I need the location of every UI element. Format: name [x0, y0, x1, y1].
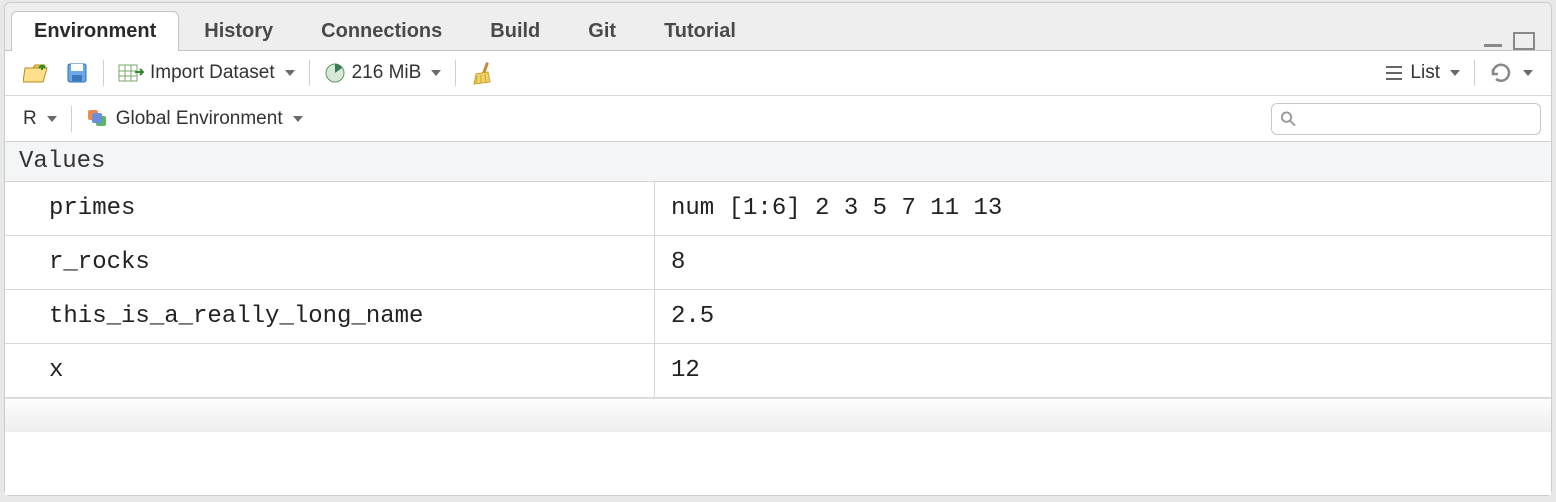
- search-group: [1271, 103, 1541, 135]
- folder-open-icon: [23, 62, 49, 84]
- tab-history[interactable]: History: [181, 11, 296, 51]
- table-row[interactable]: r_rocks 8: [5, 236, 1551, 290]
- environment-scope-label: Global Environment: [116, 108, 283, 130]
- import-dataset-button[interactable]: Import Dataset: [110, 58, 303, 88]
- environment-scope-icon: [86, 108, 110, 130]
- environment-panel: Environment History Connections Build Gi…: [4, 2, 1552, 496]
- separator: [455, 60, 456, 86]
- toolbar-secondary: R Global Environment: [5, 96, 1551, 142]
- chevron-down-icon: [285, 70, 295, 76]
- tab-bar: Environment History Connections Build Gi…: [5, 3, 1551, 51]
- list-icon: [1384, 64, 1404, 82]
- broom-icon: [470, 60, 496, 86]
- variable-value: 2.5: [655, 303, 1551, 330]
- maximize-icon[interactable]: [1511, 31, 1537, 51]
- variable-value: 12: [655, 357, 1551, 384]
- section-header-values: Values: [5, 142, 1551, 182]
- values-grid: primes num [1:6] 2 3 5 7 11 13 r_rocks 8…: [5, 182, 1551, 495]
- refresh-icon: [1489, 61, 1513, 85]
- separator: [71, 106, 72, 132]
- variable-value: num [1:6] 2 3 5 7 11 13: [655, 195, 1551, 222]
- minimize-icon[interactable]: [1481, 31, 1507, 51]
- view-mode-button[interactable]: List: [1376, 58, 1468, 88]
- refresh-button[interactable]: [1481, 57, 1541, 89]
- environment-search[interactable]: [1271, 103, 1541, 135]
- table-row[interactable]: primes num [1:6] 2 3 5 7 11 13: [5, 182, 1551, 236]
- separator: [103, 60, 104, 86]
- toolbar-primary: Import Dataset 216 MiB: [5, 50, 1551, 96]
- environment-scope-selector[interactable]: Global Environment: [78, 104, 311, 134]
- variable-name: x: [5, 344, 655, 397]
- toolbar-right-group: List: [1376, 57, 1541, 89]
- separator: [309, 60, 310, 86]
- import-grid-icon: [118, 62, 144, 84]
- view-mode-label: List: [1410, 62, 1440, 84]
- search-input[interactable]: [1297, 108, 1532, 129]
- open-button[interactable]: [15, 58, 57, 88]
- chevron-down-icon: [1450, 70, 1460, 76]
- tab-tutorial[interactable]: Tutorial: [641, 11, 759, 51]
- language-selector[interactable]: R: [15, 104, 65, 134]
- grid-footer: [5, 398, 1551, 432]
- window-controls: [1481, 31, 1545, 51]
- chevron-down-icon: [1523, 70, 1533, 76]
- save-icon: [65, 61, 89, 85]
- memory-usage-button[interactable]: 216 MiB: [316, 58, 450, 88]
- tab-environment[interactable]: Environment: [11, 11, 179, 51]
- pie-chart-icon: [324, 62, 346, 84]
- chevron-down-icon: [431, 70, 441, 76]
- tab-connections[interactable]: Connections: [298, 11, 465, 51]
- table-row[interactable]: x 12: [5, 344, 1551, 398]
- chevron-down-icon: [293, 116, 303, 122]
- clear-environment-button[interactable]: [462, 56, 504, 90]
- variable-value: 8: [655, 249, 1551, 276]
- import-dataset-label: Import Dataset: [150, 62, 275, 84]
- save-button[interactable]: [57, 57, 97, 89]
- chevron-down-icon: [47, 116, 57, 122]
- variable-name: r_rocks: [5, 236, 655, 289]
- separator: [1474, 60, 1475, 86]
- search-icon: [1280, 110, 1297, 128]
- tab-git[interactable]: Git: [565, 11, 639, 51]
- language-label: R: [23, 108, 37, 130]
- tab-build[interactable]: Build: [467, 11, 563, 51]
- variable-name: primes: [5, 182, 655, 235]
- memory-usage-label: 216 MiB: [352, 62, 422, 84]
- variable-name: this_is_a_really_long_name: [5, 290, 655, 343]
- table-row[interactable]: this_is_a_really_long_name 2.5: [5, 290, 1551, 344]
